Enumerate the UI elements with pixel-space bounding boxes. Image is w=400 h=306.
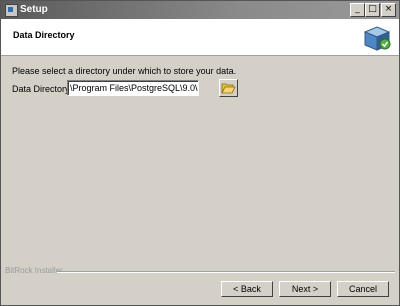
maximize-icon: □: [368, 4, 377, 14]
minimize-icon: _: [355, 4, 360, 14]
footer-divider: [57, 271, 395, 273]
back-button[interactable]: < Back: [221, 281, 273, 297]
setup-window: Setup _ □ × Data Directory Please select…: [0, 0, 400, 306]
wizard-content: Please select a directory under which to…: [1, 56, 399, 256]
close-icon: ×: [384, 4, 393, 14]
maximize-button[interactable]: □: [365, 3, 380, 17]
instruction-text: Please select a directory under which to…: [12, 66, 237, 76]
cancel-button[interactable]: Cancel: [337, 281, 389, 297]
minimize-button[interactable]: _: [350, 3, 365, 17]
page-title: Data Directory: [13, 30, 75, 40]
title-bar[interactable]: Setup _ □ ×: [1, 1, 399, 19]
data-directory-label: Data Directory: [12, 84, 70, 94]
open-folder-icon: [221, 83, 236, 94]
close-button[interactable]: ×: [381, 3, 396, 17]
wizard-header: Data Directory: [1, 19, 399, 56]
window-title: Setup: [20, 4, 48, 15]
installer-brand: BitRock Installer: [5, 266, 63, 275]
installer-box-icon: [363, 26, 391, 51]
data-directory-input[interactable]: \Program Files\PostgreSQL\9.0\data: [67, 80, 199, 96]
next-button[interactable]: Next >: [279, 281, 331, 297]
browse-button[interactable]: [219, 79, 238, 97]
app-icon: [5, 4, 18, 17]
